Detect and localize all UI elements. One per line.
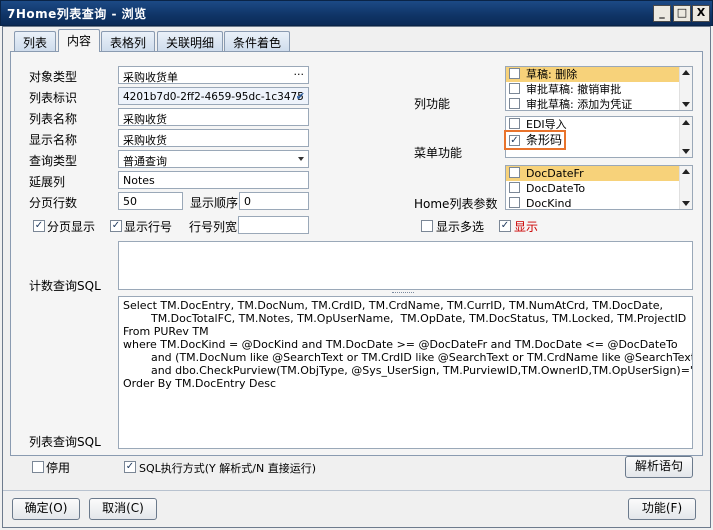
item-label: 审批草稿: 撤销审批 [526,83,622,96]
scrollbar[interactable] [679,117,692,157]
window-title: 7Home列表查询 - 浏览 [7,7,147,21]
list-name-label: 列表名称 [29,112,78,126]
scroll-up-icon[interactable] [682,120,690,125]
multi-select-checkbox[interactable] [421,220,433,232]
item-checkbox[interactable] [509,68,520,79]
show-rownum-label: 显示行号 [124,220,173,234]
scroll-up-icon[interactable] [682,70,690,75]
tab-conditional-color[interactable]: 条件着色 [224,31,291,51]
item-label: DocKind [526,197,572,210]
list-item[interactable]: 草稿: 删除 [506,67,692,82]
divider [3,490,710,491]
list-item[interactable]: DocDateFr [506,166,692,181]
list-item[interactable]: 审批草稿: 撤销审批 [506,82,692,97]
item-checkbox[interactable] [509,98,520,109]
item-checkbox[interactable] [509,167,520,178]
scroll-up-icon[interactable] [682,169,690,174]
tab-grid-columns[interactable]: 表格列 [101,31,156,51]
highlight-box [504,130,566,150]
disable-label: 停用 [46,461,71,475]
display-order-label: 显示顺序 [190,196,239,210]
home-params-label: Home列表参数 [414,197,498,211]
item-label: DocDateTo [526,182,586,195]
object-type-label: 对象类型 [29,70,78,84]
minimize-button[interactable]: _ [653,5,671,22]
display-name-input[interactable]: 采购收货 [118,129,309,147]
object-type-field[interactable]: 采购收货单 ··· [118,66,309,84]
disable-checkbox[interactable] [32,461,44,473]
count-sql-textarea[interactable] [118,241,693,290]
ext-col-input[interactable]: Notes [118,171,309,189]
check-icon: ✔ [295,90,305,103]
item-label: DocDateFr [526,167,584,180]
list-sql-textarea[interactable]: Select TM.DocEntry, TM.DocNum, TM.CrdID,… [118,296,693,449]
show-checkbox[interactable]: ✓ [499,220,511,232]
col-func-label: 列功能 [414,97,451,111]
scroll-down-icon[interactable] [682,102,690,107]
function-button[interactable]: 功能(F) [628,498,696,520]
rownum-width-input[interactable] [238,216,309,234]
show-label: 显示 [514,220,539,234]
menu-func-label: 菜单功能 [414,146,463,160]
item-checkbox[interactable] [509,118,520,129]
scrollbar[interactable] [679,166,692,209]
item-label: 草稿: 删除 [526,68,578,81]
maximize-button[interactable]: □ [673,5,691,22]
item-checkbox[interactable] [509,197,520,208]
cancel-button[interactable]: 取消(C) [89,498,157,520]
list-id-value: 4201b7d0-2ff2-4659-95dc-1c3475 [123,91,304,103]
title-bar: 7Home列表查询 - 浏览 _ □ X [0,0,713,26]
col-func-list[interactable]: 草稿: 删除 审批草稿: 撤销审批 审批草稿: 添加为凭证 [505,66,693,111]
close-button[interactable]: X [692,5,710,22]
list-id-label: 列表标识 [29,91,78,105]
object-type-value: 采购收货单 [123,71,178,84]
scrollbar[interactable] [679,67,692,110]
list-item[interactable]: DocDateTo [506,181,692,196]
scroll-down-icon[interactable] [682,149,690,154]
list-id-field[interactable]: 4201b7d0-2ff2-4659-95dc-1c3475 ✔ [118,87,309,105]
paged-display-checkbox[interactable]: ✓ [33,220,45,232]
list-sql-label: 列表查询SQL [29,435,101,449]
tab-list[interactable]: 列表 [14,31,57,51]
dropdown-arrow-icon[interactable] [298,157,304,161]
page-rows-label: 分页行数 [29,196,78,210]
list-sql-text: Select TM.DocEntry, TM.DocNum, TM.CrdID,… [123,299,693,390]
ok-button[interactable]: 确定(O) [12,498,80,520]
ext-col-label: 延展列 [29,175,66,189]
sql-mode-checkbox[interactable]: ✓ [124,461,136,473]
tab-related-details[interactable]: 关联明细 [157,31,224,51]
scroll-down-icon[interactable] [682,201,690,206]
query-type-select[interactable]: 普通查询 [118,150,309,168]
sql-mode-label: SQL执行方式(Y 解析式/N 直接运行) [139,462,316,475]
display-name-label: 显示名称 [29,133,78,147]
tab-content[interactable]: 内容 [58,29,101,52]
count-sql-label: 计数查询SQL [29,279,101,293]
multi-select-label: 显示多选 [436,220,485,234]
query-type-value: 普通查询 [123,155,167,168]
splitter-grip[interactable] [392,292,414,294]
display-order-input[interactable]: 0 [239,192,309,210]
home-params-list[interactable]: DocDateFr DocDateTo DocKind [505,165,693,210]
parse-statement-button[interactable]: 解析语句 [625,456,693,478]
list-item[interactable]: 审批草稿: 添加为凭证 [506,97,692,111]
show-rownum-checkbox[interactable]: ✓ [110,220,122,232]
rownum-width-label: 行号列宽 [189,220,238,234]
list-name-input[interactable]: 采购收货 [118,108,309,126]
list-item[interactable]: DocKind [506,196,692,210]
item-checkbox[interactable] [509,182,520,193]
item-label: 审批草稿: 添加为凭证 [526,98,633,111]
page-rows-input[interactable]: 50 [118,192,183,210]
paged-display-label: 分页显示 [47,220,96,234]
query-type-label: 查询类型 [29,154,78,168]
item-checkbox[interactable] [509,83,520,94]
ellipsis-icon[interactable]: ··· [294,68,305,81]
